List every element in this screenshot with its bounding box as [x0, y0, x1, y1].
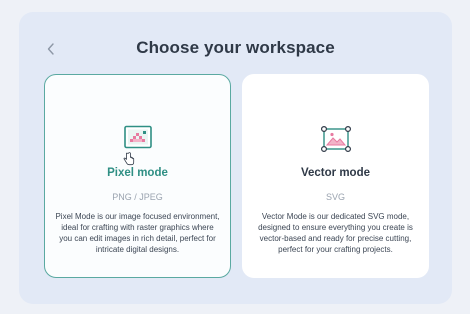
vector-image-icon-wrap	[243, 125, 428, 159]
pixel-image-icon	[123, 125, 152, 149]
vector-mode-title: Vector mode	[300, 167, 371, 179]
pixel-mode-description: Pixel Mode is our image focused environm…	[55, 212, 220, 254]
pixel-mode-card[interactable]: Pixel mode PNG / JPEG Pixel Mode is our …	[44, 74, 231, 278]
pixel-mode-title: Pixel mode	[107, 167, 168, 179]
vector-mode-description: Vector Mode is our dedicated SVG mode, d…	[258, 212, 413, 254]
vector-mode-formats: SVG	[325, 192, 345, 202]
page-title: Choose your workspace	[136, 38, 335, 57]
hand-cursor-icon	[123, 152, 135, 166]
vector-image-icon	[320, 125, 351, 153]
vector-mode-card[interactable]: Vector mode SVG Vector Mode is our dedic…	[242, 74, 429, 278]
pixel-image-icon-wrap	[45, 125, 230, 159]
pixel-mode-formats: PNG / JPEG	[112, 192, 163, 202]
workspace-panel: Choose your workspace Pixel mode PNG / J…	[19, 12, 452, 304]
